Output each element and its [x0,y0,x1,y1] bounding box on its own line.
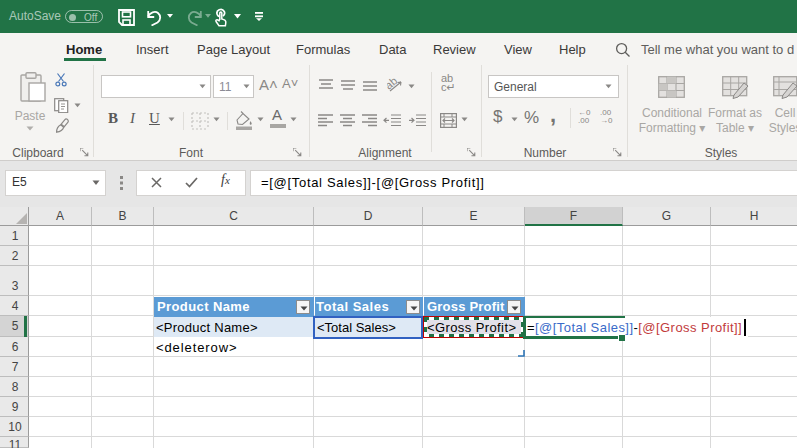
svg-text:ab: ab [387,76,399,92]
